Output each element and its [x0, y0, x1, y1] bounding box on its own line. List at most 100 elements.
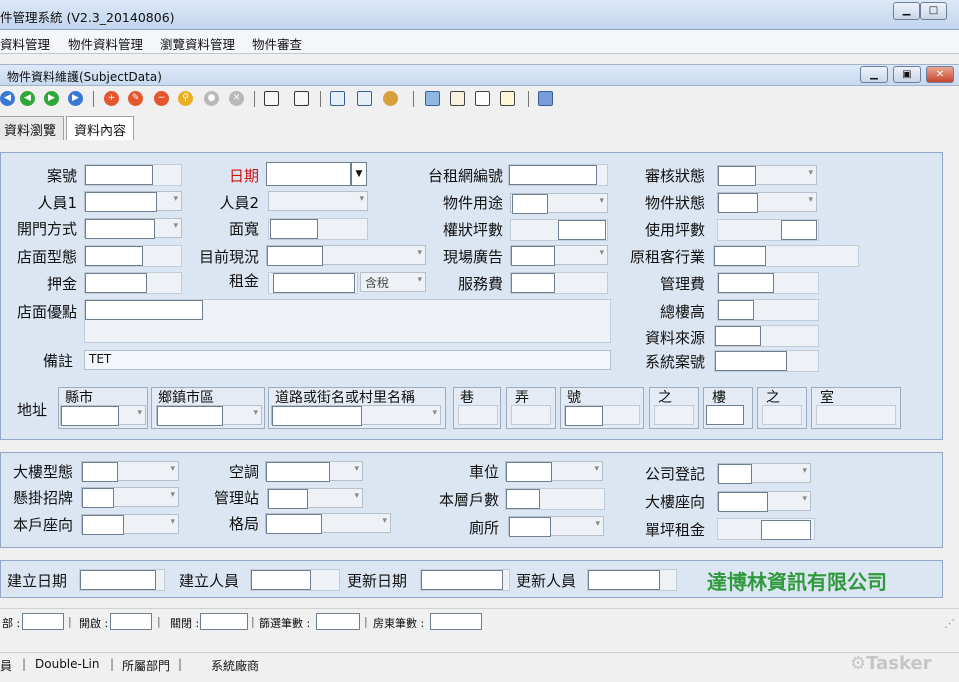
staff1-input[interactable]: [85, 192, 157, 212]
property-status-input[interactable]: [718, 193, 758, 213]
cancel-icon[interactable]: ✕: [229, 91, 244, 106]
city-input[interactable]: [61, 406, 119, 426]
company-reg-input[interactable]: [718, 464, 752, 484]
deposit-input[interactable]: [85, 273, 147, 293]
tab-browse[interactable]: 資料瀏覽: [0, 116, 65, 140]
remark-input[interactable]: TET: [84, 350, 611, 370]
bld-facing-input[interactable]: [718, 492, 768, 512]
add-icon[interactable]: +: [104, 91, 119, 106]
advantages-input[interactable]: [85, 300, 203, 320]
unit-facing-input[interactable]: [82, 515, 124, 535]
minimize-button[interactable]: ▁: [860, 66, 888, 83]
home-icon[interactable]: [450, 91, 465, 106]
export-icon[interactable]: [294, 91, 309, 106]
exit-icon[interactable]: [538, 91, 553, 106]
updated-by-input[interactable]: [588, 570, 660, 590]
road-input[interactable]: [272, 406, 362, 426]
web-no-input[interactable]: [509, 165, 597, 185]
updated-by-label: 更新人員: [516, 572, 577, 590]
menu-item[interactable]: 物件審查: [252, 34, 302, 53]
document-delete-icon[interactable]: [475, 91, 490, 106]
updated-date-label: 更新日期: [347, 572, 408, 590]
case-no-input[interactable]: [85, 165, 153, 185]
units-floor-input[interactable]: [506, 489, 540, 509]
toilet-input[interactable]: [509, 517, 551, 537]
city-group: 縣市: [58, 387, 148, 429]
sub1-label: 之: [658, 390, 672, 406]
ac-input[interactable]: [266, 462, 330, 482]
service-fee-input[interactable]: [511, 273, 555, 293]
date-input[interactable]: [266, 162, 351, 186]
date-dropdown-icon[interactable]: ▼: [351, 162, 367, 186]
width-input[interactable]: [270, 219, 318, 239]
room-input[interactable]: [816, 405, 896, 425]
layout-input[interactable]: [266, 514, 322, 534]
tab-content[interactable]: 資料內容: [66, 116, 135, 140]
dept-count-label: 部 :: [2, 617, 21, 630]
total-floors-input[interactable]: [718, 300, 754, 320]
unit-rent-input[interactable]: [761, 520, 811, 540]
staff2-select[interactable]: [268, 191, 368, 211]
child-window-title: 物件資料維護(SubjectData): [7, 70, 162, 84]
review-status-input[interactable]: [718, 166, 756, 186]
sub2-input[interactable]: [762, 405, 802, 425]
usage-input[interactable]: [512, 194, 548, 214]
mgmt-station-input[interactable]: [268, 489, 308, 509]
bld-type-input[interactable]: [82, 462, 118, 482]
number-label: 號: [567, 390, 581, 406]
district-label: 鄉鎮市區: [158, 390, 214, 406]
rent-input[interactable]: [273, 273, 355, 293]
minimize-button[interactable]: ▁: [893, 2, 920, 20]
first-icon[interactable]: ◀: [0, 91, 15, 106]
separator: |: [68, 615, 72, 628]
parking-input[interactable]: [506, 462, 552, 482]
import-icon[interactable]: [264, 91, 279, 106]
source-label: 資料來源: [644, 329, 705, 347]
last-icon[interactable]: ▶: [68, 91, 83, 106]
current-input[interactable]: [267, 246, 323, 266]
updated-date-input[interactable]: [421, 570, 503, 590]
opening-input[interactable]: [85, 219, 155, 239]
orig-tenant-input[interactable]: [714, 246, 766, 266]
shop-type-input[interactable]: [85, 246, 143, 266]
menu-item[interactable]: 瀏覽資料管理: [160, 34, 235, 53]
sub1-group: 之: [649, 387, 699, 429]
notes-icon[interactable]: [500, 91, 515, 106]
image-icon[interactable]: [425, 91, 440, 106]
use-ping-input[interactable]: [781, 220, 817, 240]
created-by-input[interactable]: [251, 570, 311, 590]
onsite-ad-input[interactable]: [511, 246, 555, 266]
close-button[interactable]: ✕: [926, 66, 954, 83]
prev-icon[interactable]: ◀: [20, 91, 35, 106]
menu-item[interactable]: 物件資料管理: [68, 34, 143, 53]
company-reg-label: 公司登記: [644, 465, 705, 483]
grid-icon[interactable]: [357, 91, 372, 106]
lane-input[interactable]: [458, 405, 498, 425]
sub1-input[interactable]: [654, 405, 694, 425]
restore-button[interactable]: ▣: [893, 66, 921, 83]
maximize-button[interactable]: □: [920, 2, 947, 20]
users-icon[interactable]: [383, 91, 398, 106]
source-input[interactable]: [715, 326, 761, 346]
district-input[interactable]: [157, 406, 223, 426]
edit-icon[interactable]: ✎: [128, 91, 143, 106]
search-icon[interactable]: ⚲: [178, 91, 193, 106]
total-floors-label: 總樓高: [659, 303, 705, 321]
menu-item[interactable]: 資料管理: [0, 34, 50, 53]
delete-icon[interactable]: −: [154, 91, 169, 106]
alley-input[interactable]: [511, 405, 551, 425]
next-icon[interactable]: ▶: [44, 91, 59, 106]
created-date-input[interactable]: [80, 570, 156, 590]
floor-input[interactable]: [706, 405, 744, 425]
sys-case-no-input[interactable]: [715, 351, 787, 371]
sub2-group: 之: [757, 387, 807, 429]
landlord-count-label: 房東筆數 :: [373, 617, 425, 630]
signboard-input[interactable]: [82, 488, 114, 508]
resize-grip-icon[interactable]: ⋰: [944, 617, 955, 630]
audit-panel: 建立日期 建立人員 更新日期 更新人員 達博林資訊有限公司: [0, 560, 943, 598]
list-icon[interactable]: [330, 91, 345, 106]
save-icon[interactable]: ●: [204, 91, 219, 106]
mgmt-fee-input[interactable]: [718, 273, 774, 293]
ping-input[interactable]: [558, 220, 606, 240]
number-input[interactable]: [565, 406, 603, 426]
